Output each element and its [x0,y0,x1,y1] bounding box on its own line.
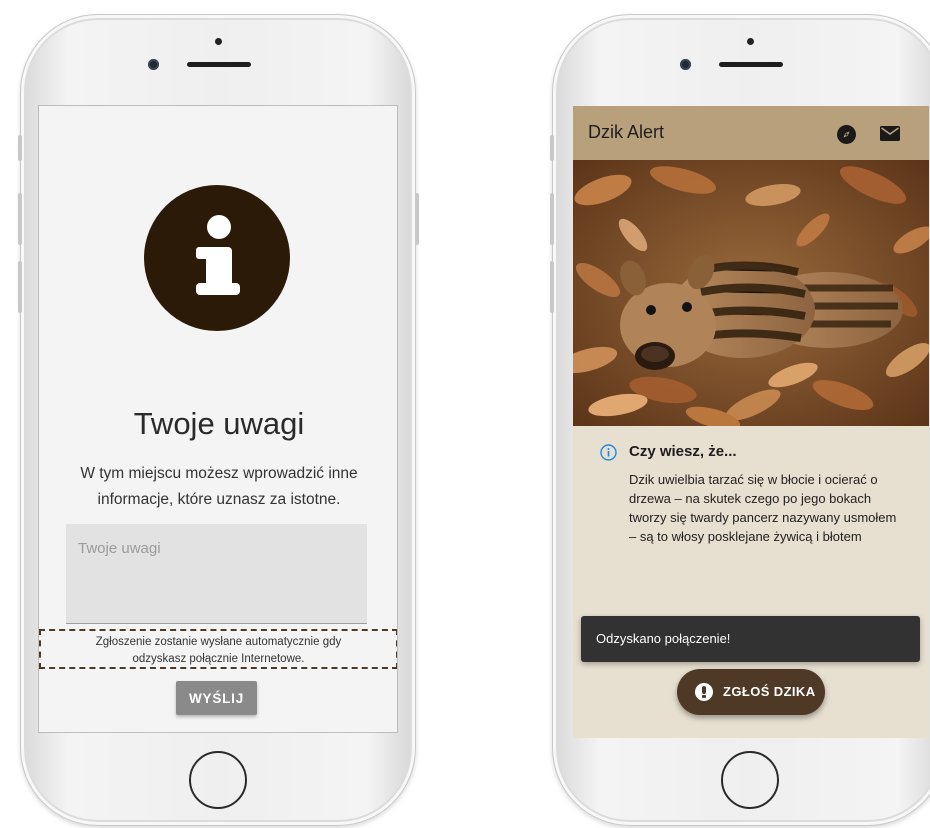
phone-sensor [215,38,222,45]
phone-side-button [550,135,554,161]
app-bar: Dzik Alert [573,106,929,160]
info-icon [144,185,290,331]
app-title: Dzik Alert [588,122,665,142]
alert-icon [695,683,713,701]
feedback-description: W tym miejscu możesz wprowadzić inne inf… [80,465,358,508]
phone-power-button [415,193,419,245]
feedback-input[interactable] [66,524,367,624]
report-boar-label: ZGŁOŚ DZIKA [723,684,816,699]
phone-speaker [719,62,783,67]
hero-image [573,160,929,426]
snackbar: Odzyskano połączenie! [581,616,920,662]
compass-icon[interactable] [837,125,856,144]
offline-note: Zgłoszenie zostanie wysłane automatyczni… [39,629,397,669]
mail-icon[interactable] [880,126,900,141]
feedback-screen: Twoje uwagi W tym miejscu możesz wprowad… [38,105,398,733]
phone-home-button[interactable] [189,751,247,809]
phone-volume-up [18,193,22,245]
home-screen: Dzik Alert Czy wiesz, że... Dzik uwielbi… [573,106,929,738]
report-boar-button[interactable]: ZGŁOŚ DZIKA [677,669,825,715]
fact-card: Czy wiesz, że... Dzik uwielbia tarzać si… [573,426,929,606]
fact-text: Dzik uwielbia tarzać się w błocie i ocie… [629,472,897,544]
page-title: Twoje uwagi [133,406,305,441]
phone-camera [680,59,691,70]
phone-volume-up [550,193,554,245]
phone-volume-down [18,261,22,313]
info-icon [600,444,617,461]
phone-speaker [187,62,251,67]
phone-home-button[interactable] [721,751,779,809]
send-button[interactable]: WYŚLIJ [176,681,257,715]
fact-title: Czy wiesz, że... [629,443,737,460]
phone-sensor [747,38,754,45]
phone-side-button [18,135,22,161]
snackbar-text: Odzyskano połączenie! [596,631,731,646]
phone-volume-down [550,261,554,313]
phone-camera [148,59,159,70]
